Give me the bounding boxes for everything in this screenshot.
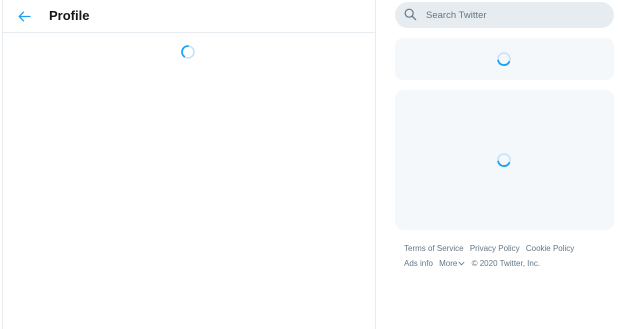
loading-spinner-icon [181,45,195,59]
ads-info-link[interactable]: Ads info [404,259,433,268]
page-title: Profile [49,8,90,23]
who-to-follow-panel [395,90,614,230]
privacy-link[interactable]: Privacy Policy [470,244,520,253]
loading-spinner-icon [497,52,511,66]
terms-link[interactable]: Terms of Service [404,244,464,253]
search-bar[interactable] [395,2,614,28]
profile-header: Profile [3,0,375,33]
trends-panel [395,38,614,80]
sidebar-footer: Terms of Service Privacy Policy Cookie P… [404,241,614,271]
loading-spinner-icon [497,153,511,167]
arrow-left-icon [18,11,31,21]
footer-row-1: Terms of Service Privacy Policy Cookie P… [404,241,614,256]
cookie-link[interactable]: Cookie Policy [526,244,574,253]
sidebar-column: Terms of Service Privacy Policy Cookie P… [395,0,614,329]
back-button[interactable] [12,4,36,28]
chevron-down-icon [458,262,465,266]
search-input[interactable] [426,6,602,24]
more-button[interactable]: More [439,259,465,268]
more-label: More [439,259,458,268]
footer-row-2: Ads info More © 2020 Twitter, Inc. [404,256,614,271]
search-icon [404,8,417,21]
copyright-text: © 2020 Twitter, Inc. [471,259,541,268]
primary-column: Profile [2,0,376,329]
